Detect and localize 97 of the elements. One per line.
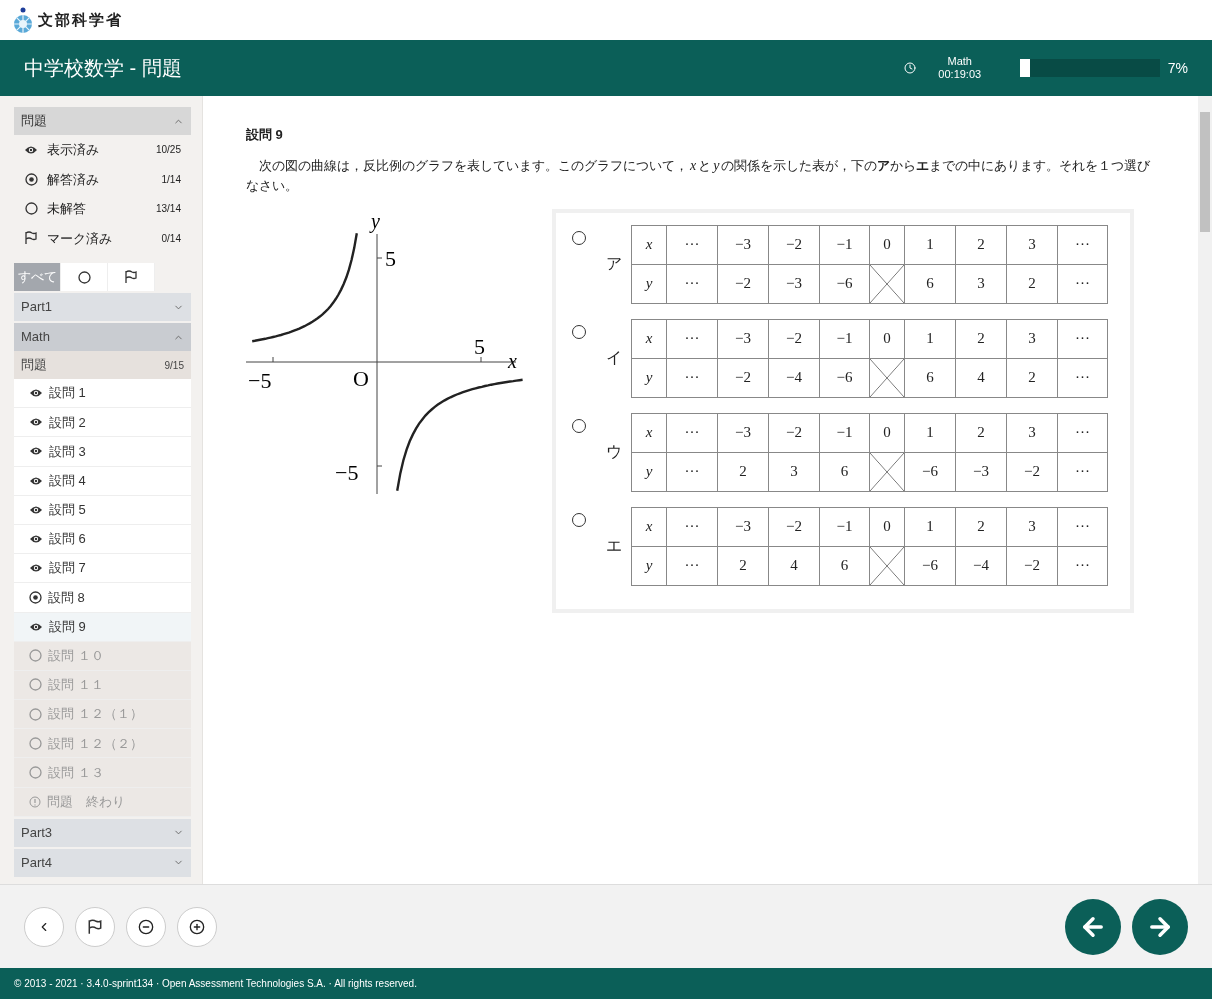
stat-label: マーク済み [47,229,113,248]
circle-icon [77,270,91,284]
table-cell: y [631,451,667,492]
table-cell: ··· [1057,451,1108,492]
stat-label: 表示済み [47,141,100,159]
stat-label: 未解答 [47,200,87,218]
zoom-out-icon [138,918,154,935]
question-item[interactable]: 設問 8 [14,583,191,613]
zoom-in-icon [189,918,205,935]
table-cell: x [631,318,667,359]
table-cell: x [631,224,667,265]
filter-tab[interactable] [61,263,108,291]
origin-label: O [353,365,369,391]
crossed-cell [869,357,905,398]
radio-button[interactable] [572,512,586,527]
tick-label: −5 [248,367,272,393]
table-cell: y [631,357,667,398]
option-label: ア [605,254,622,274]
timer: 00:19:03 [938,68,982,81]
info-icon [29,795,41,808]
eye-icon [29,475,43,486]
crossed-cell [869,263,905,304]
flag-button[interactable] [75,906,115,947]
progress-reading: 7% [1166,58,1188,78]
flag-icon [87,918,103,935]
radio-checked-icon [29,590,42,604]
question-text: 次の図の曲線は，反比例のグラフを表しています。このグラフについて，x と yの関係を示した表が，下のアからエまでの中にあります。それを１つ選びなさい。 [246,156,1152,195]
eye-icon [29,563,43,574]
eye-icon [24,144,38,155]
tick-label: 5 [385,245,396,271]
axis-label: y [371,211,380,232]
table-cell: ··· [1057,224,1108,265]
question-item[interactable]: 設問 6 [14,524,191,555]
table-cell: ··· [1057,263,1108,304]
radio-button[interactable] [572,324,586,339]
eye-icon [29,504,43,515]
group-header[interactable]: 問題 9/15 [14,351,191,379]
copyright-text: © 2013 - 2021 · 3.4.0-sprint134 · Open Assessment Technologies S.A. · All rights reserved. [14,977,417,991]
circle-icon [29,736,42,750]
circle-icon [24,202,38,216]
question-item[interactable]: 設問 2 [14,408,191,438]
question-item[interactable]: 設問 9 [14,612,191,642]
radio-button[interactable] [572,418,586,433]
eye-icon [29,417,43,428]
stat-count: 1/14 [161,172,181,187]
crossed-cell [869,545,905,586]
part-header[interactable]: Part3 [14,818,191,847]
eye-icon [29,534,43,545]
eye-icon [29,446,43,457]
part-header[interactable]: Math [14,323,191,351]
table-cell: x [631,412,667,453]
option-label: エ [605,536,622,556]
circle-icon [29,707,42,721]
question-item[interactable]: 設問 3 [14,437,191,467]
flag-icon [24,231,38,246]
table-cell: ··· [1057,545,1108,586]
part-header[interactable]: Part1 [14,293,191,321]
question-title: 設問 9 [246,126,284,144]
question-item[interactable]: 設問 4 [14,466,191,496]
stat-label: 解答済み [47,170,100,189]
zoom-out-button[interactable] [126,906,166,947]
crossed-cell [869,451,905,492]
stat-count: 0/14 [161,231,181,246]
question-item[interactable]: 設問 5 [14,495,191,525]
table-cell: ··· [1057,506,1108,547]
circle-icon [29,678,42,692]
tick-label: −5 [335,459,359,485]
question-item[interactable]: 設問 1 [14,379,191,409]
tick-label: 5 [474,333,485,359]
table-cell: x [631,506,667,547]
table-cell: y [631,263,667,304]
timer-label: Math [947,55,972,68]
radio-button[interactable] [572,230,586,245]
section-header[interactable]: 問題 [14,107,191,135]
eye-icon [29,388,43,399]
stat-count: 10/25 [155,143,181,158]
axis-label: x [508,349,517,372]
table-cell: ··· [1057,412,1108,453]
circle-icon [29,649,42,663]
question-item[interactable]: 設問 7 [14,554,191,584]
logo-icon [12,6,34,34]
part-header[interactable]: Part4 [14,848,191,877]
option-label: ウ [605,442,622,462]
table-cell: y [631,545,667,586]
table-cell: ··· [1057,357,1108,398]
zoom-in-button[interactable] [177,906,217,947]
radio-checked-icon [24,172,38,186]
clock-icon [903,62,916,74]
logo-text: 文部科学省 [38,9,123,30]
stat-count: 13/14 [155,202,181,217]
option-label: イ [605,348,622,368]
flag-icon [124,270,138,284]
eye-icon [29,621,43,632]
filter-tab[interactable] [108,263,155,291]
table-cell: ··· [1057,318,1108,359]
circle-icon [29,766,42,780]
window-title: 中学校数学 - 問題 [24,56,183,81]
